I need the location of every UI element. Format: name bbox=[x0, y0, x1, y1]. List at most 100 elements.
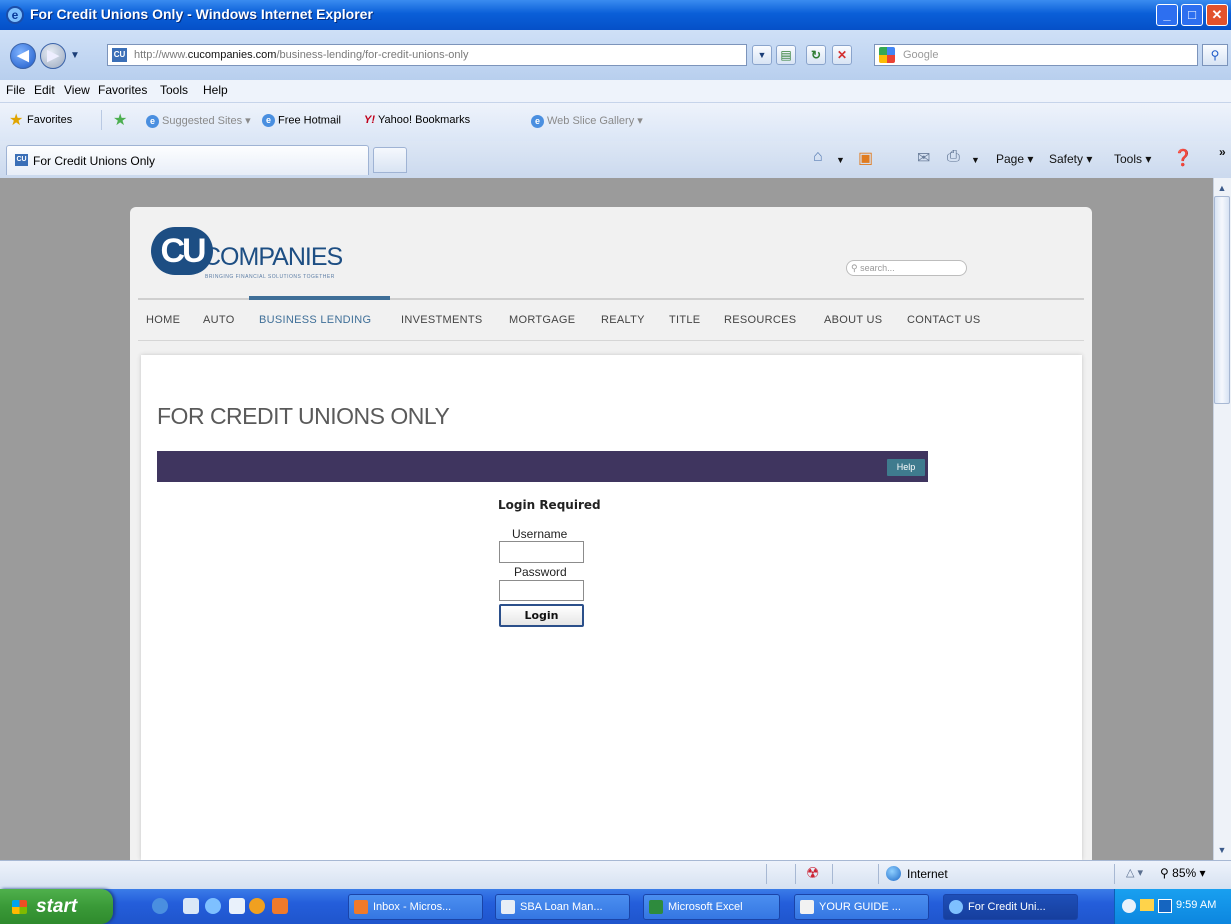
nav-contact-us[interactable]: CONTACT US bbox=[907, 314, 981, 326]
zoom-magnifier-icon: ⚲ bbox=[1160, 866, 1169, 880]
favorites-button[interactable]: Favorites bbox=[27, 114, 72, 126]
menu-file[interactable]: File bbox=[6, 83, 25, 97]
password-field[interactable] bbox=[499, 580, 584, 601]
menu-tools[interactable]: Tools bbox=[160, 83, 188, 97]
favbar-divider bbox=[101, 110, 102, 130]
nav-home[interactable]: HOME bbox=[146, 314, 180, 326]
nav-title[interactable]: TITLE bbox=[669, 314, 700, 326]
content-panel bbox=[141, 355, 1082, 860]
nav-auto[interactable]: AUTO bbox=[203, 314, 235, 326]
taskbar-item-inbox[interactable]: Inbox - Micros... bbox=[348, 894, 483, 920]
taskbar-item-sba-loan[interactable]: SBA Loan Man... bbox=[495, 894, 630, 920]
address-url[interactable]: http://www.cucompanies.com/business-lend… bbox=[134, 49, 468, 61]
feeds-icon[interactable]: ▣ bbox=[858, 148, 873, 168]
stop-button[interactable]: ✕ bbox=[832, 45, 852, 65]
username-field[interactable] bbox=[499, 541, 584, 563]
username-label: Username bbox=[512, 527, 568, 541]
print-icon[interactable]: ⎙ bbox=[947, 148, 960, 166]
scrollbar-thumb[interactable] bbox=[1214, 196, 1230, 404]
quicklaunch-ie-icon[interactable] bbox=[205, 898, 221, 914]
quicklaunch-media-icon[interactable] bbox=[249, 898, 265, 914]
search-button[interactable]: ⚲ bbox=[1202, 44, 1228, 66]
nav-about-us[interactable]: ABOUT US bbox=[824, 314, 882, 326]
outlook-icon bbox=[354, 900, 368, 914]
compatibility-view-icon[interactable]: ▤ bbox=[776, 45, 796, 65]
password-label: Password bbox=[514, 565, 567, 579]
safety-menu[interactable]: Safety ▾ bbox=[1049, 152, 1092, 166]
taskbar-item-excel[interactable]: Microsoft Excel bbox=[643, 894, 780, 920]
excel-icon bbox=[649, 900, 663, 914]
help-icon[interactable]: ❓ bbox=[1173, 148, 1193, 168]
address-dropdown-icon[interactable]: ▼ bbox=[752, 45, 772, 65]
new-tab-button[interactable] bbox=[373, 147, 407, 173]
forward-button[interactable]: ▶ bbox=[40, 43, 66, 69]
site-search-input[interactable]: ⚲ search... bbox=[846, 260, 967, 276]
status-divider bbox=[766, 864, 767, 884]
fav-web-slice-gallery[interactable]: e Web Slice Gallery ▾ bbox=[531, 114, 643, 128]
taskbar-item-for-credit-unions[interactable]: For Credit Uni... bbox=[943, 894, 1078, 920]
tray-mail-icon[interactable] bbox=[1140, 899, 1154, 911]
nav-resources[interactable]: RESOURCES bbox=[724, 314, 796, 326]
login-button[interactable]: Login bbox=[499, 604, 584, 627]
menu-view[interactable]: View bbox=[64, 83, 90, 97]
tab-for-credit-unions-only[interactable]: CU For Credit Unions Only bbox=[6, 145, 369, 175]
nav-divider bbox=[138, 340, 1084, 341]
ie-logo-icon: e bbox=[6, 6, 24, 24]
tray-expand-icon[interactable] bbox=[1122, 899, 1136, 913]
help-button[interactable]: Help bbox=[887, 459, 925, 476]
ie-icon: e bbox=[531, 114, 544, 128]
home-icon[interactable]: ⌂ bbox=[813, 148, 823, 166]
refresh-button[interactable]: ↻ bbox=[806, 45, 826, 65]
home-dropdown-icon[interactable]: ▼ bbox=[836, 155, 845, 165]
back-button[interactable]: ◀ bbox=[10, 43, 36, 69]
nav-realty[interactable]: REALTY bbox=[601, 314, 645, 326]
search-box[interactable]: Google bbox=[874, 44, 1198, 66]
nav-mortgage[interactable]: MORTGAGE bbox=[509, 314, 575, 326]
add-to-favorites-icon[interactable]: ★ bbox=[113, 110, 127, 130]
google-logo-icon bbox=[879, 47, 895, 63]
site-logo-tagline: BRINGING FINANCIAL SOLUTIONS TOGETHER bbox=[205, 274, 335, 280]
internet-zone-globe-icon bbox=[886, 866, 901, 881]
system-clock[interactable]: 9:59 AM bbox=[1176, 899, 1216, 911]
tray-media-icon[interactable] bbox=[1158, 899, 1172, 913]
menu-edit[interactable]: Edit bbox=[34, 83, 55, 97]
menu-help[interactable]: Help bbox=[203, 83, 228, 97]
quicklaunch-document-icon[interactable] bbox=[183, 898, 199, 914]
security-zone[interactable]: Internet bbox=[907, 867, 948, 881]
scroll-up-arrow-icon[interactable]: ▲ bbox=[1214, 180, 1230, 196]
page-menu[interactable]: Page ▾ bbox=[996, 152, 1033, 166]
quicklaunch-show-desktop-icon[interactable] bbox=[229, 898, 245, 914]
status-divider bbox=[878, 864, 879, 884]
tools-menu[interactable]: Tools ▾ bbox=[1114, 152, 1151, 166]
privacy-report-icon[interactable]: ☢ bbox=[806, 864, 819, 882]
status-divider bbox=[832, 864, 833, 884]
protected-mode-icon[interactable]: △ ▾ bbox=[1126, 866, 1143, 879]
ie-icon: e bbox=[146, 114, 159, 128]
zoom-level[interactable]: ⚲ 85% ▾ bbox=[1160, 866, 1206, 880]
fav-yahoo-bookmarks[interactable]: Y! Yahoo! Bookmarks bbox=[364, 114, 470, 126]
site-logo-text[interactable]: COMPANIES bbox=[203, 243, 343, 272]
minimize-button[interactable]: _ bbox=[1156, 4, 1178, 26]
close-button[interactable]: ✕ bbox=[1206, 4, 1228, 26]
print-dropdown-icon[interactable]: ▼ bbox=[971, 155, 980, 165]
fav-free-hotmail[interactable]: e Free Hotmail bbox=[262, 114, 341, 127]
start-button[interactable]: start bbox=[0, 889, 113, 924]
search-input[interactable]: Google bbox=[903, 49, 938, 61]
window-title: For Credit Unions Only - Windows Interne… bbox=[30, 6, 373, 22]
nav-investments[interactable]: INVESTMENTS bbox=[401, 314, 483, 326]
application-icon bbox=[501, 900, 515, 914]
module-header-bar bbox=[157, 451, 928, 482]
mail-icon[interactable]: ✉ bbox=[917, 148, 930, 168]
taskbar-item-your-guide[interactable]: YOUR GUIDE ... bbox=[794, 894, 929, 920]
quicklaunch-outlook-icon[interactable] bbox=[272, 898, 288, 914]
nav-business-lending[interactable]: BUSINESS LENDING bbox=[259, 314, 371, 326]
quicklaunch-ie-icon[interactable] bbox=[152, 898, 168, 914]
scroll-down-arrow-icon[interactable]: ▼ bbox=[1214, 842, 1230, 858]
fav-suggested-sites[interactable]: e Suggested Sites ▾ bbox=[146, 114, 251, 128]
maximize-button[interactable]: □ bbox=[1181, 4, 1203, 26]
window-title-bar: e For Credit Unions Only - Windows Inter… bbox=[0, 0, 1231, 30]
address-bar[interactable]: CU http://www.cucompanies.com/business-l… bbox=[107, 44, 747, 66]
recent-pages-dropdown-icon[interactable]: ▼ bbox=[70, 50, 80, 61]
menu-favorites[interactable]: Favorites bbox=[98, 83, 147, 97]
command-bar-more-chevron[interactable]: » bbox=[1219, 145, 1226, 159]
